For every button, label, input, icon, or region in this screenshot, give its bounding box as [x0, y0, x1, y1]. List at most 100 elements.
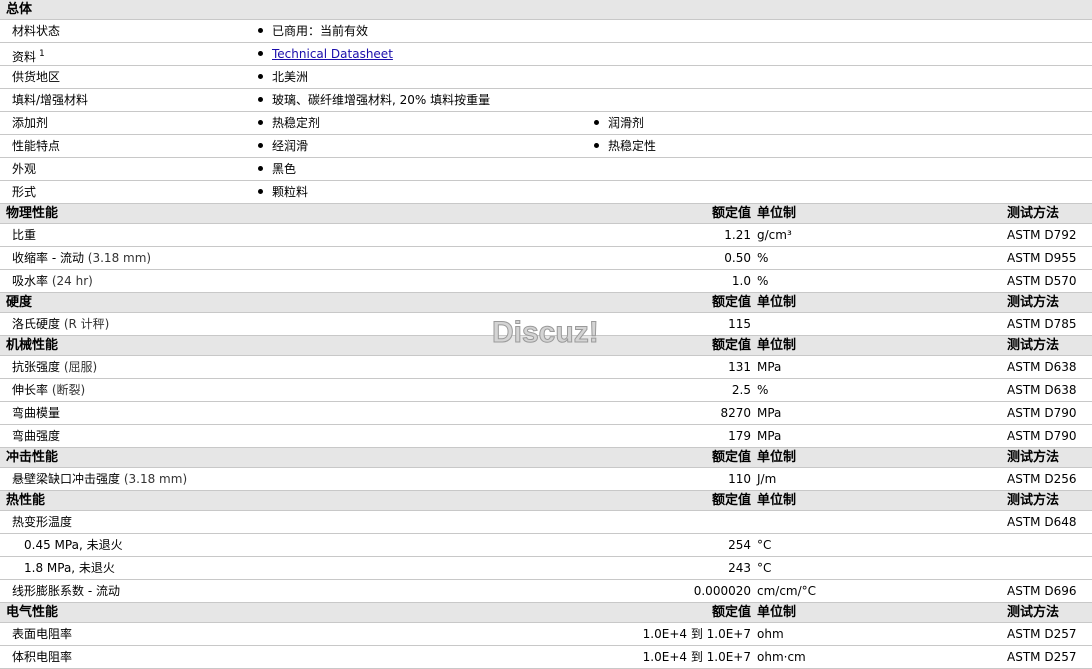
bullet-icon — [594, 143, 599, 148]
value-column-header: 额定值 — [711, 206, 751, 221]
nominal-value: 2.5 — [731, 383, 751, 397]
property-label: 添加剂 — [12, 112, 48, 134]
test-condition: (3.18 mm) — [87, 251, 152, 265]
property-label: 悬壁梁缺口冲击强度 (3.18 mm) — [12, 468, 187, 490]
nominal-value: 0.50 — [724, 251, 751, 265]
property-label: 线形膨胀系数 - 流动 — [12, 580, 120, 602]
property-label: 洛氏硬度 (R 计秤) — [12, 313, 109, 335]
method-column-header: 测试方法 — [1007, 605, 1060, 620]
value-column-header: 额定值 — [711, 493, 751, 508]
method-column-header: 测试方法 — [1007, 450, 1060, 465]
unit-column-header: 单位制 — [757, 338, 797, 353]
table-row: 1.8 MPa, 未退火 243 °C — [0, 557, 1092, 580]
unit: cm/cm/°C — [757, 584, 817, 598]
property-label-text: 资料 — [12, 50, 37, 64]
property-label: 填料/增强材料 — [12, 89, 88, 111]
property-label-text: 表面电阻率 — [12, 627, 73, 641]
bullet-icon — [594, 120, 599, 125]
bullet-icon — [258, 120, 263, 125]
test-method: ASTM D696 — [1007, 584, 1077, 598]
property-label: 吸水率 (24 hr) — [12, 270, 93, 292]
bullet-text: 已商用：当前有效 — [272, 24, 369, 38]
nominal-value: 1.0 — [731, 274, 751, 288]
table-row: 热变形温度 ASTM D648 — [0, 511, 1092, 534]
unit-column-header: 单位制 — [757, 605, 797, 620]
property-label: 比重 — [12, 224, 36, 246]
method-column-header: 测试方法 — [1007, 493, 1060, 508]
property-label: 体积电阻率 — [12, 646, 72, 668]
section-header: 物理性能 额定值 单位制 测试方法 — [0, 204, 1092, 224]
bullet-item: 润滑剂 — [594, 112, 644, 134]
nominal-value: 110 — [728, 472, 751, 486]
test-condition: (断裂) — [51, 383, 86, 397]
table-row: 悬壁梁缺口冲击强度 (3.18 mm) 110 J/m ASTM D256 — [0, 468, 1092, 491]
unit: °C — [757, 538, 772, 552]
unit: MPa — [757, 360, 782, 374]
unit: °C — [757, 561, 772, 575]
method-column-header: 测试方法 — [1007, 206, 1060, 221]
section-title: 物理性能 — [6, 206, 59, 221]
bullet-icon — [258, 28, 263, 33]
bullet-item: 经润滑 — [258, 135, 308, 157]
bullet-icon — [258, 74, 263, 79]
table-row: 比重 1.21 g/cm³ ASTM D792 — [0, 224, 1092, 247]
unit: % — [757, 274, 769, 288]
property-label: 外观 — [12, 158, 36, 180]
property-label: 热变形温度 — [12, 511, 72, 533]
table-row: 性能特点 经润滑 热稳定性 — [0, 135, 1092, 158]
bullet-text: 热稳定剂 — [272, 116, 321, 130]
unit: g/cm³ — [757, 228, 792, 242]
property-label-text: 洛氏硬度 — [12, 317, 61, 331]
unit-column-header: 单位制 — [757, 295, 797, 310]
test-condition: (3.18 mm) — [123, 472, 188, 486]
property-label: 收缩率 - 流动 (3.18 mm) — [12, 247, 151, 269]
table-row: 体积电阻率 1.0E+4 到 1.0E+7 ohm·cm ASTM D257 — [0, 646, 1092, 669]
property-label-text: 1.8 MPa, 未退火 — [24, 561, 115, 575]
bullet-item: 热稳定性 — [594, 135, 656, 157]
table-row: 吸水率 (24 hr) 1.0% ASTM D570 — [0, 270, 1092, 293]
footnote-marker: 1 — [39, 49, 45, 59]
bullet-text: 玻璃、碳纤维增强材料, 20% 填料按重量 — [272, 93, 491, 107]
property-label-text: 比重 — [12, 228, 37, 242]
method-column-header: 测试方法 — [1007, 295, 1060, 310]
nominal-value: 115 — [728, 317, 751, 331]
property-label-text: 添加剂 — [12, 116, 49, 130]
test-method: ASTM D790 — [1007, 429, 1077, 443]
bullet-item: Technical Datasheet — [258, 43, 393, 65]
value-column-header: 额定值 — [711, 338, 751, 353]
nominal-value: 1.0E+4 到 1.0E+7 — [642, 627, 751, 641]
section-header: 电气性能 额定值 单位制 测试方法 — [0, 603, 1092, 623]
property-label-text: 外观 — [12, 162, 37, 176]
nominal-value: 8270 — [720, 406, 751, 420]
property-label-text: 供货地区 — [12, 70, 61, 84]
bullet-text: 颗粒料 — [272, 185, 309, 199]
unit: % — [757, 383, 769, 397]
table-row: 填料/增强材料 玻璃、碳纤维增强材料, 20% 填料按重量 — [0, 89, 1092, 112]
bullet-icon — [258, 51, 263, 56]
table-row: 供货地区 北美洲 — [0, 66, 1092, 89]
property-label-text: 热变形温度 — [12, 515, 73, 529]
section-title: 机械性能 — [6, 338, 59, 353]
unit-column-header: 单位制 — [757, 493, 797, 508]
bullet-item: 北美洲 — [258, 66, 308, 88]
property-label: 形式 — [12, 181, 36, 203]
test-method: ASTM D790 — [1007, 406, 1077, 420]
nominal-value: 1.0E+4 到 1.0E+7 — [642, 650, 751, 664]
nominal-value: 131 — [728, 360, 751, 374]
property-label-text: 悬壁梁缺口冲击强度 — [12, 472, 121, 486]
table-row: 弯曲模量 8270 MPa ASTM D790 — [0, 402, 1092, 425]
property-label-text: 线形膨胀系数 - 流动 — [12, 584, 120, 598]
bullet-item: 玻璃、碳纤维增强材料, 20% 填料按重量 — [258, 89, 490, 111]
datasheet-link[interactable]: Technical Datasheet — [272, 47, 393, 61]
value-column-header: 额定值 — [711, 295, 751, 310]
table-row: 0.45 MPa, 未退火 254 °C — [0, 534, 1092, 557]
test-method: ASTM D256 — [1007, 472, 1077, 486]
property-label-text: 填料/增强材料 — [12, 93, 89, 107]
bullet-item: 已商用：当前有效 — [258, 20, 368, 42]
property-label-text: 0.45 MPa, 未退火 — [24, 538, 123, 552]
property-label-text: 伸长率 — [12, 383, 49, 397]
test-condition: (R 计秤) — [63, 317, 110, 331]
property-label-text: 形式 — [12, 185, 37, 199]
value-column-header: 额定值 — [711, 450, 751, 465]
nominal-value: 243 — [728, 561, 751, 575]
